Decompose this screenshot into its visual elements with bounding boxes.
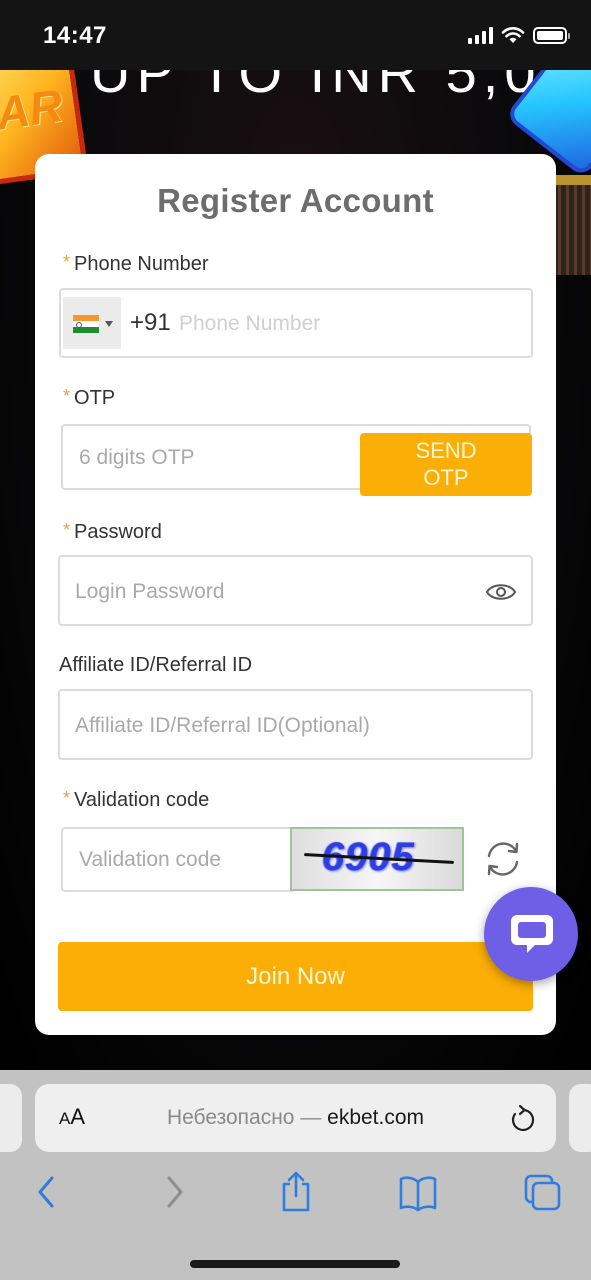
otp-label: * OTP [63, 386, 116, 409]
required-marker: * [63, 788, 71, 808]
india-flag-icon [73, 315, 99, 333]
status-time: 14:47 [43, 22, 107, 49]
captcha-image[interactable]: 6905 [290, 827, 464, 891]
required-marker: * [63, 386, 71, 406]
send-otp-button[interactable]: SEND OTP [360, 433, 532, 496]
affiliate-field[interactable]: Affiliate ID/Referral ID(Optional) [58, 689, 533, 760]
eye-icon[interactable] [485, 581, 517, 603]
status-icons [468, 26, 570, 44]
forward-icon[interactable] [153, 1170, 193, 1214]
required-marker: * [63, 252, 71, 272]
browser-bottom-bar: AA Небезопасно — ekbet.com [0, 1070, 591, 1280]
share-icon[interactable] [276, 1170, 316, 1214]
banner-text: UP TO INR 5,000 [90, 70, 591, 104]
next-tab-edge[interactable] [569, 1084, 591, 1152]
status-bar: 14:47 [0, 0, 591, 70]
cellular-signal-icon [468, 26, 493, 44]
address-bar[interactable]: AA Небезопасно — ekbet.com [35, 1084, 556, 1152]
password-label: * Password [63, 520, 162, 543]
password-input[interactable]: Login Password [75, 580, 224, 604]
chat-button[interactable] [484, 887, 578, 981]
affiliate-label: Affiliate ID/Referral ID [59, 654, 253, 676]
country-code-select[interactable] [63, 297, 121, 349]
reload-icon[interactable] [508, 1104, 536, 1134]
tabs-icon[interactable] [523, 1170, 563, 1214]
otp-input[interactable]: 6 digits OTP [79, 446, 195, 470]
bookmarks-icon[interactable] [398, 1170, 438, 1214]
validation-label: * Validation code [63, 788, 210, 811]
join-now-button[interactable]: Join Now [58, 942, 533, 1011]
required-marker: * [63, 520, 71, 540]
domain: ekbet.com [327, 1106, 425, 1129]
dial-code: +91 [130, 309, 171, 336]
wifi-icon [501, 27, 525, 43]
chat-bubble-icon [511, 915, 553, 953]
phone-label: * Phone Number [63, 252, 209, 275]
validation-field[interactable]: Validation code [61, 827, 293, 892]
register-card: Register Account * Phone Number +91 Phone… [35, 154, 556, 1035]
phone-field[interactable]: +91 Phone Number [59, 288, 533, 358]
home-indicator[interactable] [190, 1260, 400, 1268]
refresh-icon[interactable] [481, 837, 525, 881]
chevron-down-icon [105, 321, 113, 327]
slot-machine-base [553, 175, 591, 275]
previous-tab-edge[interactable] [0, 1084, 22, 1152]
battery-icon [533, 26, 570, 44]
security-status: Небезопасно — [166, 1106, 328, 1129]
browser-toolbar [0, 1170, 591, 1220]
affiliate-input[interactable]: Affiliate ID/Referral ID(Optional) [75, 714, 370, 738]
url-text[interactable]: Небезопасно — ekbet.com [35, 1106, 556, 1130]
page-title: Register Account [157, 182, 434, 219]
validation-input[interactable]: Validation code [79, 848, 221, 872]
phone-input[interactable]: Phone Number [179, 312, 320, 336]
back-icon[interactable] [28, 1170, 68, 1214]
password-field[interactable]: Login Password [58, 555, 533, 626]
